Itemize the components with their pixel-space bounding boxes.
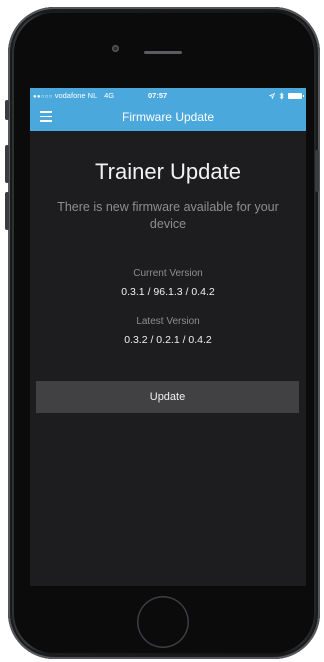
latest-version-value: 0.3.2 / 0.2.1 / 0.4.2	[124, 334, 212, 346]
page-title: Trainer Update	[95, 159, 241, 184]
navigation-bar: Firmware Update	[30, 103, 306, 131]
nav-title: Firmware Update	[121, 110, 215, 124]
update-button[interactable]: Update	[36, 381, 299, 413]
status-time: 07:57	[148, 91, 168, 100]
earpiece-speaker	[144, 51, 182, 54]
carrier-name: vodafone NL	[54, 91, 97, 100]
volume-up-button	[5, 145, 9, 183]
location-arrow-icon	[269, 92, 275, 99]
mute-switch	[5, 100, 9, 120]
battery-icon	[288, 92, 304, 99]
update-message: There is new firmware available for your…	[57, 200, 279, 231]
app-screen: ●●○○○ vodafone NL 4G 07:57 Firmware Upda…	[30, 88, 306, 586]
status-bar: ●●○○○ vodafone NL 4G 07:57	[30, 88, 306, 103]
power-button	[315, 150, 319, 192]
signal-strength-icon: ●●○○○	[33, 94, 53, 100]
current-version-value: 0.3.1 / 96.1.3 / 0.4.2	[121, 286, 215, 298]
current-version-label: Current Version	[133, 268, 203, 279]
bluetooth-icon	[279, 91, 284, 100]
status-icons	[269, 88, 304, 103]
home-button[interactable]	[137, 596, 189, 648]
front-camera	[112, 45, 119, 52]
volume-down-button	[5, 192, 9, 230]
latest-version-label: Latest Version	[136, 316, 200, 327]
network-type: 4G	[104, 91, 115, 100]
